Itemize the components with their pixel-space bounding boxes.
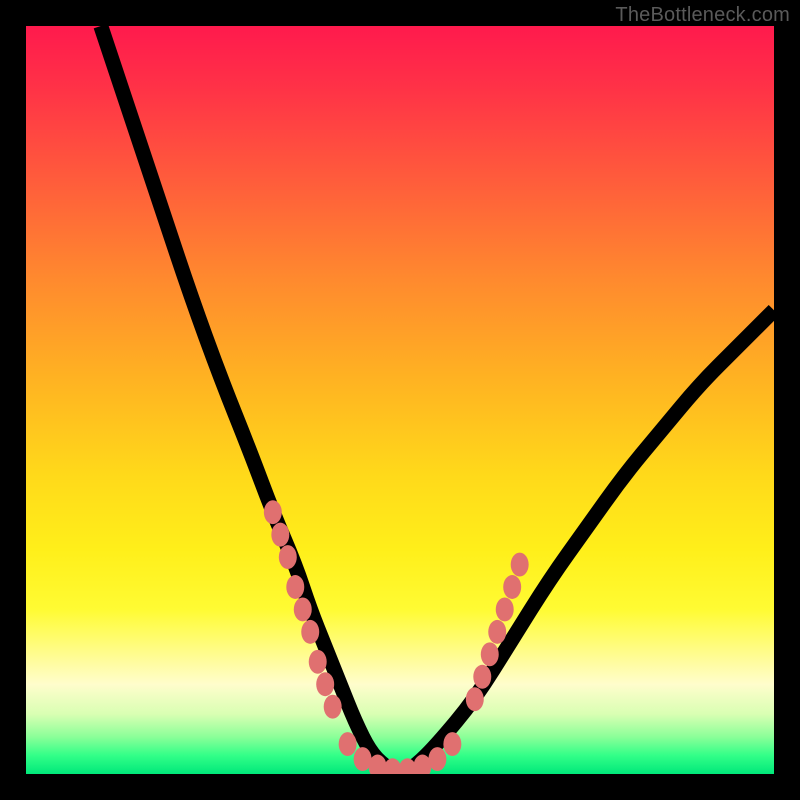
data-marker (481, 642, 499, 666)
data-marker (511, 553, 529, 577)
data-marker (503, 575, 521, 599)
data-marker (271, 523, 289, 547)
data-marker (279, 545, 297, 569)
data-marker (324, 695, 342, 719)
data-marker (488, 620, 506, 644)
bottleneck-curve (101, 26, 774, 772)
data-marker (339, 732, 357, 756)
watermark-text: TheBottleneck.com (615, 4, 790, 27)
marker-group (264, 500, 529, 774)
data-marker (294, 597, 312, 621)
data-marker (286, 575, 304, 599)
data-marker (264, 500, 282, 524)
data-marker (466, 687, 484, 711)
data-marker (496, 597, 514, 621)
bottleneck-chart (26, 26, 774, 774)
chart-svg (26, 26, 774, 774)
data-marker (473, 665, 491, 689)
data-marker (309, 650, 327, 674)
data-marker (316, 672, 334, 696)
data-marker (443, 732, 461, 756)
data-marker (428, 747, 446, 771)
data-marker (301, 620, 319, 644)
